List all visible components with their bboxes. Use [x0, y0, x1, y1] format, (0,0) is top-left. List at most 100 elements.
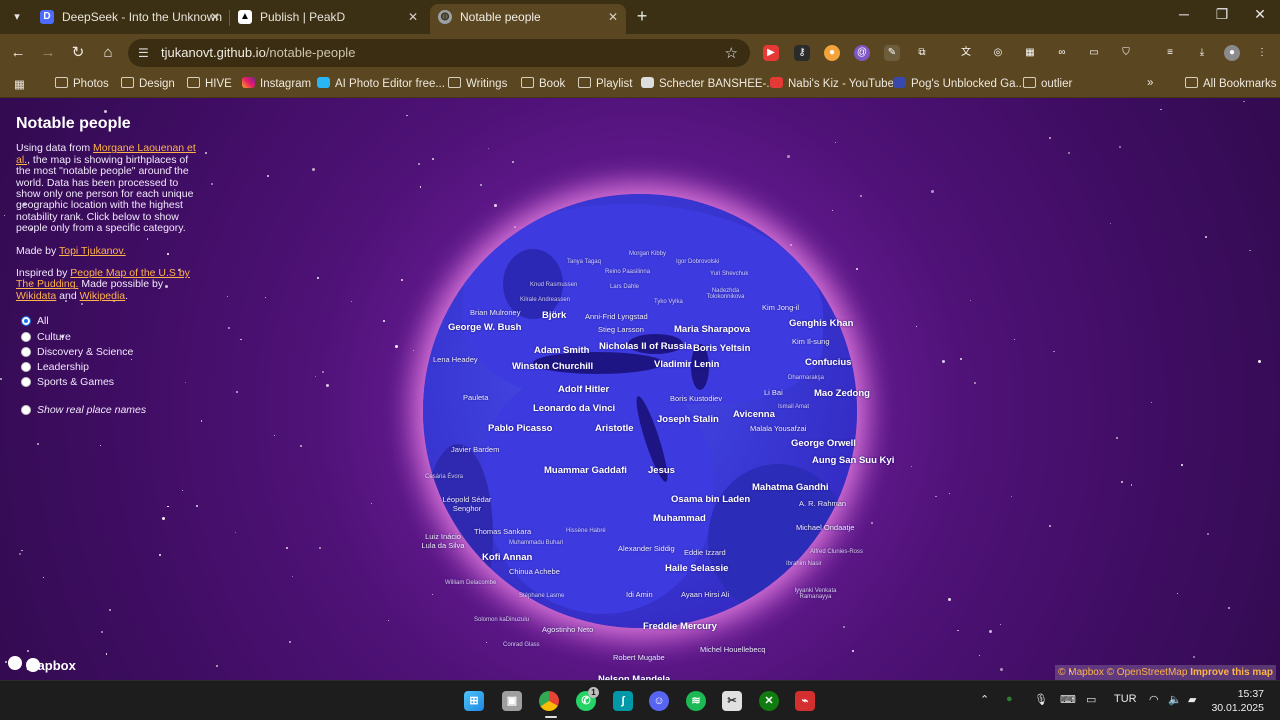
tab-notable-people[interactable]: ◍ Notable people ✕: [430, 4, 626, 34]
person-label[interactable]: Stéphane Lasme: [519, 593, 564, 599]
bookmark-playlist[interactable]: Playlist: [578, 77, 632, 90]
download-icon[interactable]: ⤓: [1194, 45, 1210, 61]
person-label[interactable]: Aung San Suu Kyi: [812, 455, 894, 466]
category-leadership-radio[interactable]: Leadership: [16, 361, 202, 377]
radio-selected-icon[interactable]: [21, 316, 31, 327]
acrobat-icon[interactable]: ⌁: [795, 691, 815, 711]
person-label[interactable]: Lars Dahle: [610, 284, 639, 290]
key-ext-icon[interactable]: ⚷: [794, 45, 810, 61]
back-icon[interactable]: ←: [8, 43, 28, 63]
start-icon[interactable]: ⊞: [464, 691, 484, 711]
person-label[interactable]: Cesária Évora: [425, 474, 463, 480]
person-label[interactable]: Mao Zedong: [814, 388, 870, 399]
person-label[interactable]: Winston Churchill: [512, 361, 593, 372]
person-label[interactable]: Kim Jong-il: [762, 303, 799, 312]
bookmark-outlier[interactable]: outlier: [1023, 77, 1072, 90]
close-tab-icon[interactable]: ✕: [608, 4, 618, 30]
person-label[interactable]: Nicholas II of Russia: [599, 341, 692, 352]
author-link[interactable]: Topi Tjukanov.: [59, 245, 126, 257]
address-bar[interactable]: ☰ tjukanovt.github.io/notable-people ☆: [128, 39, 750, 67]
mapbox-attribution-link[interactable]: © Mapbox: [1058, 667, 1104, 678]
reload-icon[interactable]: ↻: [68, 43, 88, 63]
cast-icon[interactable]: ▭: [1086, 45, 1102, 61]
radio-icon[interactable]: [21, 331, 31, 342]
person-label[interactable]: Muhammad: [653, 513, 706, 524]
person-label[interactable]: Freddie Mercury: [643, 621, 717, 632]
person-label[interactable]: Ayaan Hirsi Ali: [681, 590, 729, 599]
bookmark-youtube[interactable]: Nabi's Kiz - YouTube: [770, 77, 894, 90]
person-label[interactable]: Mahatma Gandhi: [752, 482, 829, 493]
language-indicator[interactable]: TUR: [1114, 693, 1137, 705]
person-label[interactable]: Igor Dobrovolski: [676, 259, 719, 265]
person-label[interactable]: Tyko Vylka: [654, 299, 683, 305]
person-label[interactable]: Björk: [542, 310, 566, 321]
tray-overflow-icon[interactable]: ⌃: [980, 693, 989, 706]
person-label[interactable]: Javier Bardem: [451, 445, 499, 454]
person-label[interactable]: Hissène Habré: [566, 528, 606, 534]
person-label[interactable]: Lena Headey: [433, 355, 478, 364]
battery-icon[interactable]: ▰: [1188, 693, 1196, 706]
person-label[interactable]: Luiz Inácio Lula da Silva: [418, 532, 468, 550]
person-label[interactable]: George Orwell: [791, 438, 856, 449]
person-label[interactable]: Muammar Gaddafi: [544, 465, 627, 476]
person-label[interactable]: Haile Selassie: [665, 563, 728, 574]
person-label[interactable]: Confucius: [805, 357, 851, 368]
person-label[interactable]: Muhammadu Buhari: [509, 540, 563, 546]
radio-icon[interactable]: [21, 362, 31, 373]
person-label[interactable]: Pablo Picasso: [488, 423, 552, 434]
bookmark-book[interactable]: Book: [521, 77, 565, 90]
person-label[interactable]: Stieg Larsson: [598, 325, 644, 334]
person-label[interactable]: Li Bai: [764, 388, 783, 397]
feather-ext-icon[interactable]: ✎: [884, 45, 900, 61]
person-label[interactable]: Alfred Clunies-Ross: [810, 549, 863, 555]
category-sports-radio[interactable]: Sports & Games: [16, 377, 202, 392]
category-discovery-radio[interactable]: Discovery & Science: [16, 346, 202, 362]
person-label[interactable]: Michel Houellebecq: [700, 645, 765, 654]
xbox-icon[interactable]: ✕: [759, 691, 779, 711]
bookmark-ai-photo[interactable]: AI Photo Editor free...: [317, 77, 445, 90]
improve-map-link[interactable]: Improve this map: [1190, 667, 1273, 678]
bookmark-pogs[interactable]: Pog's Unblocked Ga...: [893, 77, 1025, 90]
person-label[interactable]: Anni-Frid Lyngstad: [585, 312, 648, 321]
person-label[interactable]: Leonardo da Vinci: [533, 403, 615, 414]
person-label[interactable]: George W. Bush: [448, 322, 521, 333]
spotify-icon[interactable]: ≋: [686, 691, 706, 711]
person-label[interactable]: Knud Rasmussen: [530, 282, 577, 288]
person-label[interactable]: Dharmarakşa: [788, 375, 824, 381]
person-label[interactable]: Thomas Sankara: [474, 527, 531, 536]
person-label[interactable]: Nadezhda Tolokonnikova: [698, 288, 753, 300]
ext-icon[interactable]: @: [854, 45, 870, 61]
wikipedia-link[interactable]: Wikipedia: [80, 290, 126, 302]
tray-app-icon[interactable]: ●: [1006, 693, 1013, 705]
close-tab-icon[interactable]: ✕: [210, 4, 220, 30]
site-info-icon[interactable]: ☰: [138, 46, 152, 60]
extensions-icon[interactable]: ⧉: [914, 45, 930, 61]
person-label[interactable]: A. R. Rahman: [799, 499, 846, 508]
maximize-icon[interactable]: ❐: [1210, 6, 1234, 23]
microphone-icon[interactable]: 🎙: [1034, 693, 1048, 706]
person-label[interactable]: Vladimir Lenin: [654, 359, 719, 370]
wikidata-link[interactable]: Wikidata: [16, 290, 56, 302]
bookmarks-overflow-button[interactable]: »: [1147, 77, 1153, 89]
ext-icon[interactable]: ●: [824, 45, 840, 61]
person-label[interactable]: Reino Paasilinna: [605, 269, 650, 275]
person-label[interactable]: Ismail Amat: [778, 404, 809, 410]
bookmark-photos[interactable]: Photos: [55, 77, 109, 90]
bookmark-design[interactable]: Design: [121, 77, 175, 90]
person-label[interactable]: Joseph Stalin: [657, 414, 719, 425]
person-label[interactable]: Osama bin Laden: [671, 494, 750, 505]
person-label[interactable]: Idi Amin: [626, 590, 653, 599]
person-label[interactable]: Tanya Tagaq: [567, 259, 601, 265]
translate-icon[interactable]: 文: [958, 45, 974, 61]
chrome-icon[interactable]: [539, 691, 559, 711]
person-label[interactable]: Avicenna: [733, 409, 775, 420]
snipping-tool-icon[interactable]: ✂: [722, 691, 742, 711]
person-label[interactable]: Michael Ondaatje: [796, 523, 854, 532]
tab-list-icon[interactable]: ≡: [1162, 45, 1178, 61]
person-label[interactable]: Adolf Hitler: [558, 384, 609, 395]
person-label[interactable]: Yuri Shevchuk: [710, 271, 748, 277]
person-label[interactable]: Ibrahim Nasir: [786, 561, 822, 567]
keyboard-icon[interactable]: ⌨: [1060, 693, 1076, 706]
person-label[interactable]: Jesus: [648, 465, 675, 476]
category-culture-radio[interactable]: Culture: [16, 331, 202, 347]
